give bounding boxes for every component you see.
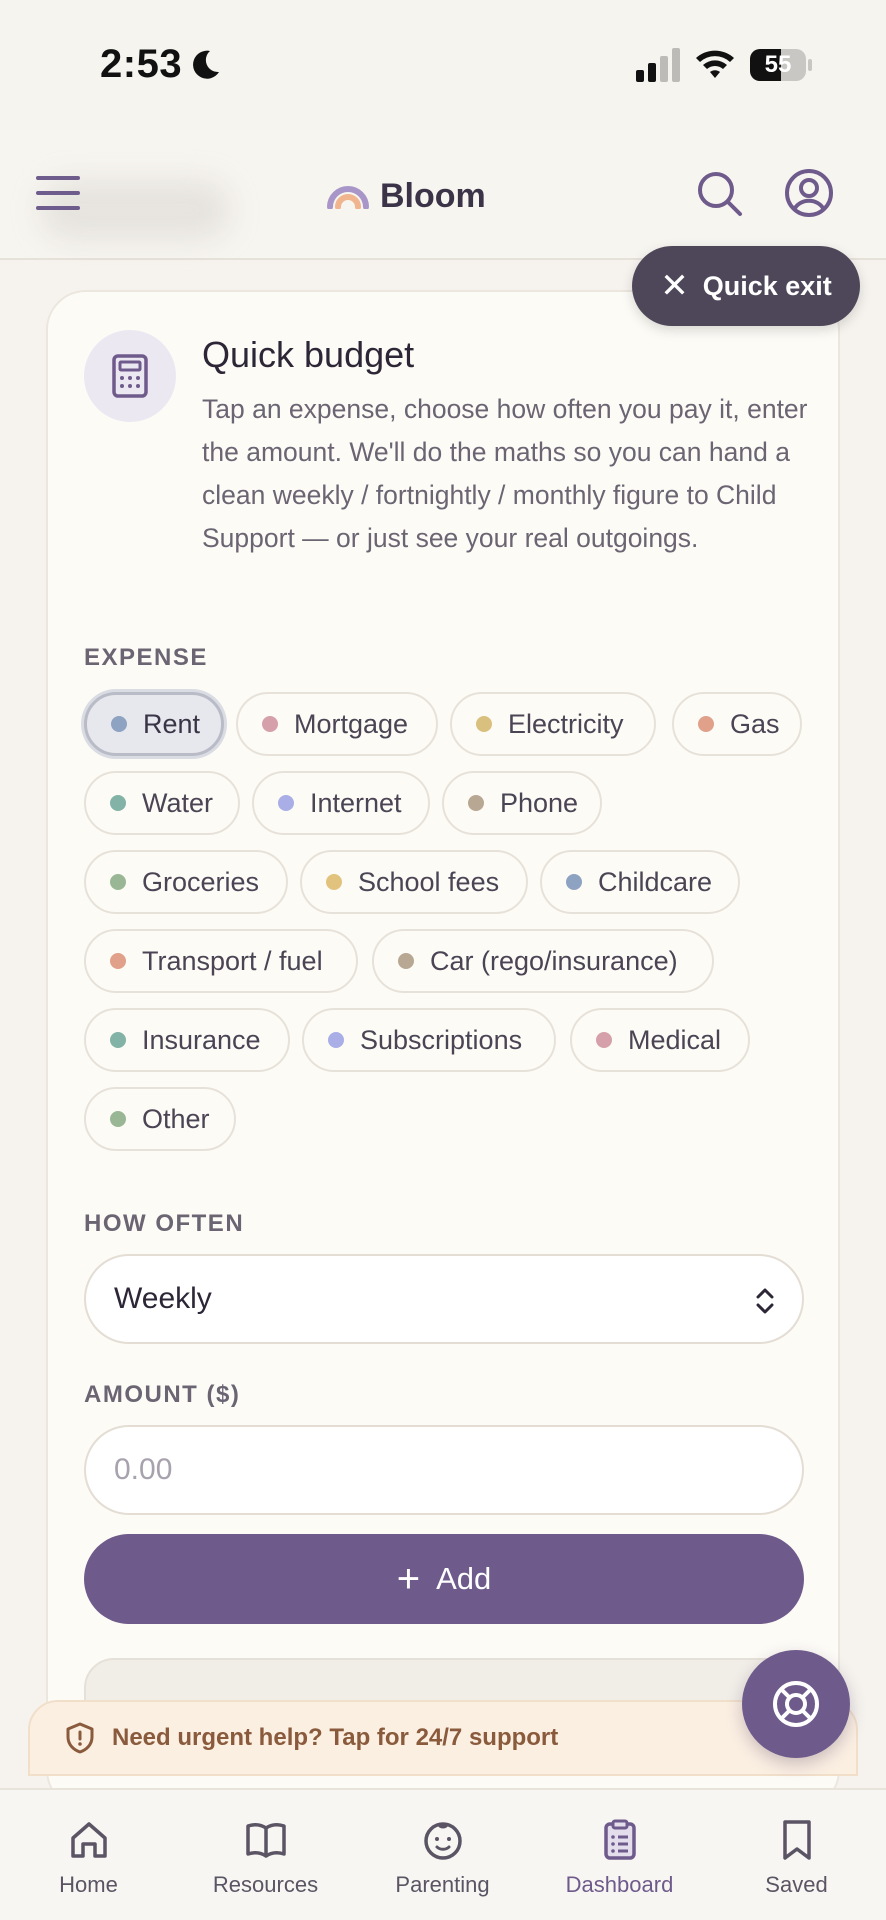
expense-chip[interactable]: Childcare [540, 850, 740, 914]
expense-chip[interactable]: Internet [252, 771, 430, 835]
amount-input[interactable] [84, 1425, 804, 1515]
how-often-label: HOW OFTEN [84, 1210, 245, 1237]
quick-budget-card: Quick budget Tap an expense, choose how … [46, 290, 840, 1810]
expense-chip[interactable]: Rent [84, 692, 224, 756]
tab-parenting[interactable]: Parenting [354, 1790, 531, 1920]
app-header: Bloom [0, 130, 886, 260]
bookmark-icon [782, 1820, 811, 1860]
app-logo[interactable]: Bloom [326, 174, 486, 218]
urgent-help-banner[interactable]: Need urgent help? Tap for 24/7 support ✕ [28, 1700, 858, 1776]
app-name: Bloom [380, 176, 486, 215]
chevron-up-down-icon [756, 1288, 774, 1314]
bottom-tab-bar: Home Resources Parenting Dashboard Saved [0, 1788, 886, 1920]
expense-chip[interactable]: Mortgage [236, 692, 438, 756]
expense-chip[interactable]: Car (rego/insurance) [372, 929, 714, 993]
shield-alert-icon [66, 1722, 94, 1754]
card-description: Tap an expense, choose how often you pay… [202, 394, 808, 553]
expense-chip[interactable]: Electricity [450, 692, 656, 756]
plus-icon: + [396, 1557, 421, 1601]
expense-chip[interactable]: Water [84, 771, 240, 835]
menu-button[interactable] [36, 176, 80, 216]
add-button-label: Add [436, 1561, 492, 1596]
baby-face-icon [423, 1822, 462, 1860]
book-icon [245, 1822, 286, 1858]
quick-exit-button[interactable]: ✕ Quick exit [632, 246, 860, 326]
wifi-icon [696, 50, 734, 78]
tab-dashboard[interactable]: Dashboard [531, 1790, 708, 1920]
expense-label: EXPENSE [84, 644, 208, 671]
expense-chip[interactable]: Other [84, 1087, 236, 1151]
expense-chip[interactable]: Groceries [84, 850, 288, 914]
battery-indicator: 55 [750, 49, 812, 81]
tab-label: Home [59, 1872, 118, 1897]
tab-label: Resources [212, 1872, 319, 1897]
expense-chip[interactable]: Gas [672, 692, 802, 756]
search-icon[interactable] [696, 170, 744, 218]
support-fab[interactable] [742, 1650, 850, 1758]
tab-label: Parenting [395, 1872, 490, 1897]
rainbow-logo-icon [327, 186, 369, 209]
expense-chip[interactable]: School fees [300, 850, 528, 914]
tab-home[interactable]: Home [0, 1790, 177, 1920]
battery-percent: 55 [764, 51, 792, 78]
account-icon[interactable] [784, 168, 834, 218]
expense-chip[interactable]: Transport / fuel [84, 929, 358, 993]
tab-label: Dashboard [565, 1872, 674, 1897]
calculator-badge [84, 330, 176, 422]
card-title: Quick budget [202, 334, 415, 375]
expense-chip[interactable]: Phone [442, 771, 602, 835]
tab-resources[interactable]: Resources [177, 1790, 354, 1920]
expense-chip[interactable]: Medical [570, 1008, 750, 1072]
amount-label: AMOUNT ($) [84, 1381, 241, 1408]
moon-icon [193, 50, 219, 79]
home-icon [70, 1822, 107, 1858]
expense-chip[interactable]: Insurance [84, 1008, 290, 1072]
calculator-icon [112, 354, 148, 398]
close-icon: ✕ [660, 267, 689, 305]
urgent-help-label: Need urgent help? Tap for 24/7 support [112, 1724, 559, 1751]
tab-saved[interactable]: Saved [708, 1790, 885, 1920]
lifebuoy-icon [773, 1681, 819, 1727]
tab-label: Saved [765, 1872, 828, 1897]
frequency-value: Weekly [114, 1282, 212, 1315]
add-button[interactable]: + Add [84, 1534, 804, 1624]
expense-chip[interactable]: Subscriptions [302, 1008, 556, 1072]
status-time: 2:53 [100, 42, 183, 86]
clipboard-icon [603, 1819, 636, 1860]
cellular-signal-icon [636, 48, 680, 82]
quick-exit-label: Quick exit [702, 270, 832, 301]
status-bar: 2:53 55 [0, 0, 886, 130]
frequency-select[interactable]: Weekly [84, 1254, 804, 1344]
